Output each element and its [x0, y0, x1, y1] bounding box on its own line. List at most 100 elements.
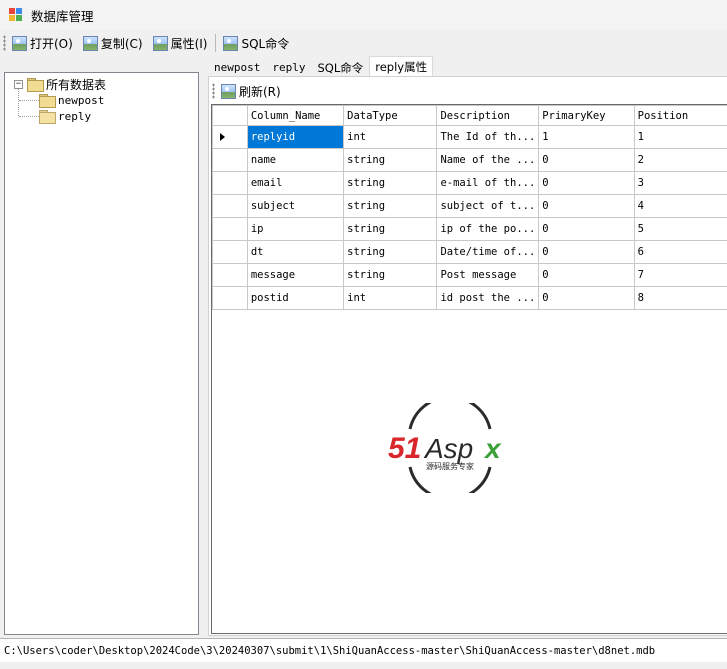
grid-cell[interactable]: 0	[538, 148, 635, 172]
grid-cell[interactable]: string	[343, 194, 438, 218]
grid-cell[interactable]: 0	[538, 194, 635, 218]
row-header[interactable]	[212, 217, 248, 241]
tab-label: reply	[272, 61, 306, 74]
table-row[interactable]: dt string Date/time of... 0 6	[212, 240, 727, 264]
tab-label: reply属性	[375, 59, 428, 74]
grid-cell[interactable]: message	[246, 263, 345, 287]
table-row[interactable]: ip string ip of the po... 0 5	[212, 217, 727, 241]
properties-button-label: 属性(I)	[170, 36, 208, 51]
grid-cell[interactable]: 7	[633, 263, 727, 287]
grid-cell[interactable]: ip	[246, 217, 345, 241]
table-row[interactable]: postid int id post the ... 0 8	[212, 286, 727, 310]
copy-button-label: 复制(C)	[100, 36, 143, 51]
table-row[interactable]: replyid int The Id of th... 1 1	[212, 125, 727, 149]
grid-cell[interactable]: string	[343, 217, 438, 241]
grid-cell[interactable]: dt	[246, 240, 345, 264]
grid-cell[interactable]: Post message	[436, 263, 540, 287]
column-header[interactable]: Column_Name	[246, 105, 345, 126]
tree-item-label: reply	[58, 109, 92, 123]
grid-cell[interactable]: The Id of th...	[436, 125, 540, 149]
grid-cell[interactable]: int	[343, 286, 438, 310]
refresh-button-label: 刷新(R)	[239, 84, 281, 99]
refresh-button[interactable]: 刷新(R)	[218, 81, 284, 101]
tab-sql-command[interactable]: SQL命令	[311, 58, 370, 76]
tree-item-newpost[interactable]: newpost	[39, 92, 104, 108]
folder-icon	[27, 78, 44, 92]
grid-cell[interactable]: 3	[633, 171, 727, 195]
table-row[interactable]: message string Post message 0 7	[212, 263, 727, 287]
tab-reply-properties[interactable]: reply属性	[369, 56, 434, 76]
grid-cell[interactable]: string	[343, 240, 438, 264]
column-header[interactable]: PrimaryKey	[538, 105, 635, 126]
properties-panel: 刷新(R) Column_Name DataType Description P…	[208, 76, 727, 636]
grid-cell[interactable]: ip of the po...	[436, 217, 540, 241]
grid-cell[interactable]: string	[343, 148, 438, 172]
tree-line	[18, 88, 19, 116]
logo-aspx: Asp	[423, 433, 473, 464]
columns-grid[interactable]: Column_Name DataType Description Primary…	[211, 104, 727, 634]
grid-cell[interactable]: 2	[633, 148, 727, 172]
toolbar-grip[interactable]	[3, 35, 6, 51]
grid-cell[interactable]: 0	[538, 171, 635, 195]
table-row[interactable]: name string Name of the ... 0 2	[212, 148, 727, 172]
brand-logo-graphic: 51 Asp x 源码服务专家	[388, 395, 502, 501]
current-row-pointer-icon	[220, 133, 225, 141]
sql-command-button-label: SQL命令	[241, 36, 290, 51]
tab-label: SQL命令	[317, 60, 364, 75]
collapse-icon[interactable]: −	[14, 79, 23, 89]
grid-cell[interactable]: Date/time of...	[436, 240, 540, 264]
grid-cell[interactable]: 5	[633, 217, 727, 241]
grid-cell[interactable]: email	[246, 171, 345, 195]
status-bar: C:\Users\coder\Desktop\2024Code\3\202403…	[0, 638, 727, 662]
open-folder-icon	[39, 110, 56, 124]
column-header[interactable]: Description	[436, 105, 540, 126]
column-header[interactable]: Position	[633, 105, 727, 126]
grid-cell[interactable]: subject of t...	[436, 194, 540, 218]
grid-cell[interactable]: id post the ...	[436, 286, 540, 310]
tree-item-reply[interactable]: reply	[39, 108, 91, 124]
tree-item-label: newpost	[58, 93, 105, 107]
row-header[interactable]	[212, 171, 248, 195]
grid-cell[interactable]: 0	[538, 286, 635, 310]
grid-cell[interactable]: name	[246, 148, 345, 172]
grid-cell[interactable]: e-mail of th...	[436, 171, 540, 195]
grid-cell[interactable]: 0	[538, 263, 635, 287]
row-header[interactable]	[212, 194, 248, 218]
tree-line	[19, 100, 39, 101]
properties-button[interactable]: 属性(I)	[150, 33, 211, 53]
row-header[interactable]	[212, 286, 248, 310]
grid-cell[interactable]: Name of the ...	[436, 148, 540, 172]
tab-reply[interactable]: reply	[266, 58, 312, 76]
grid-cell[interactable]: 1	[538, 125, 635, 149]
grid-cell[interactable]: subject	[246, 194, 345, 218]
column-header[interactable]: DataType	[343, 105, 438, 126]
tree-root[interactable]: − 所有数据表	[14, 76, 106, 92]
row-header[interactable]	[212, 263, 248, 287]
grid-cell[interactable]: string	[343, 171, 438, 195]
grid-cell[interactable]: replyid	[246, 125, 345, 149]
sql-command-button[interactable]: SQL命令	[220, 33, 292, 53]
toolbar-grip[interactable]	[212, 83, 215, 99]
logo-51: 51	[388, 432, 421, 465]
grid-cell[interactable]: 4	[633, 194, 727, 218]
copy-button[interactable]: 复制(C)	[80, 33, 146, 53]
grid-cell[interactable]: 0	[538, 240, 635, 264]
tab-newpost[interactable]: newpost	[208, 58, 267, 76]
row-header[interactable]	[212, 125, 248, 149]
grid-cell[interactable]: string	[343, 263, 438, 287]
table-row[interactable]: subject string subject of t... 0 4	[212, 194, 727, 218]
open-button[interactable]: 打开(O)	[9, 33, 76, 53]
grid-cell[interactable]: 1	[633, 125, 727, 149]
grid-cell[interactable]: 0	[538, 217, 635, 241]
row-header-corner[interactable]	[212, 105, 248, 126]
table-row[interactable]: email string e-mail of th... 0 3	[212, 171, 727, 195]
toolbar-separator	[215, 34, 217, 52]
grid-cell[interactable]: int	[343, 125, 438, 149]
grid-cell[interactable]: 6	[633, 240, 727, 264]
grid-cell[interactable]: 8	[633, 286, 727, 310]
row-header[interactable]	[212, 148, 248, 172]
row-header[interactable]	[212, 240, 248, 264]
table-tree[interactable]: − 所有数据表 newpost reply	[4, 72, 199, 635]
grid-cell[interactable]: postid	[246, 286, 345, 310]
logo-tagline: 源码服务专家	[426, 461, 474, 471]
